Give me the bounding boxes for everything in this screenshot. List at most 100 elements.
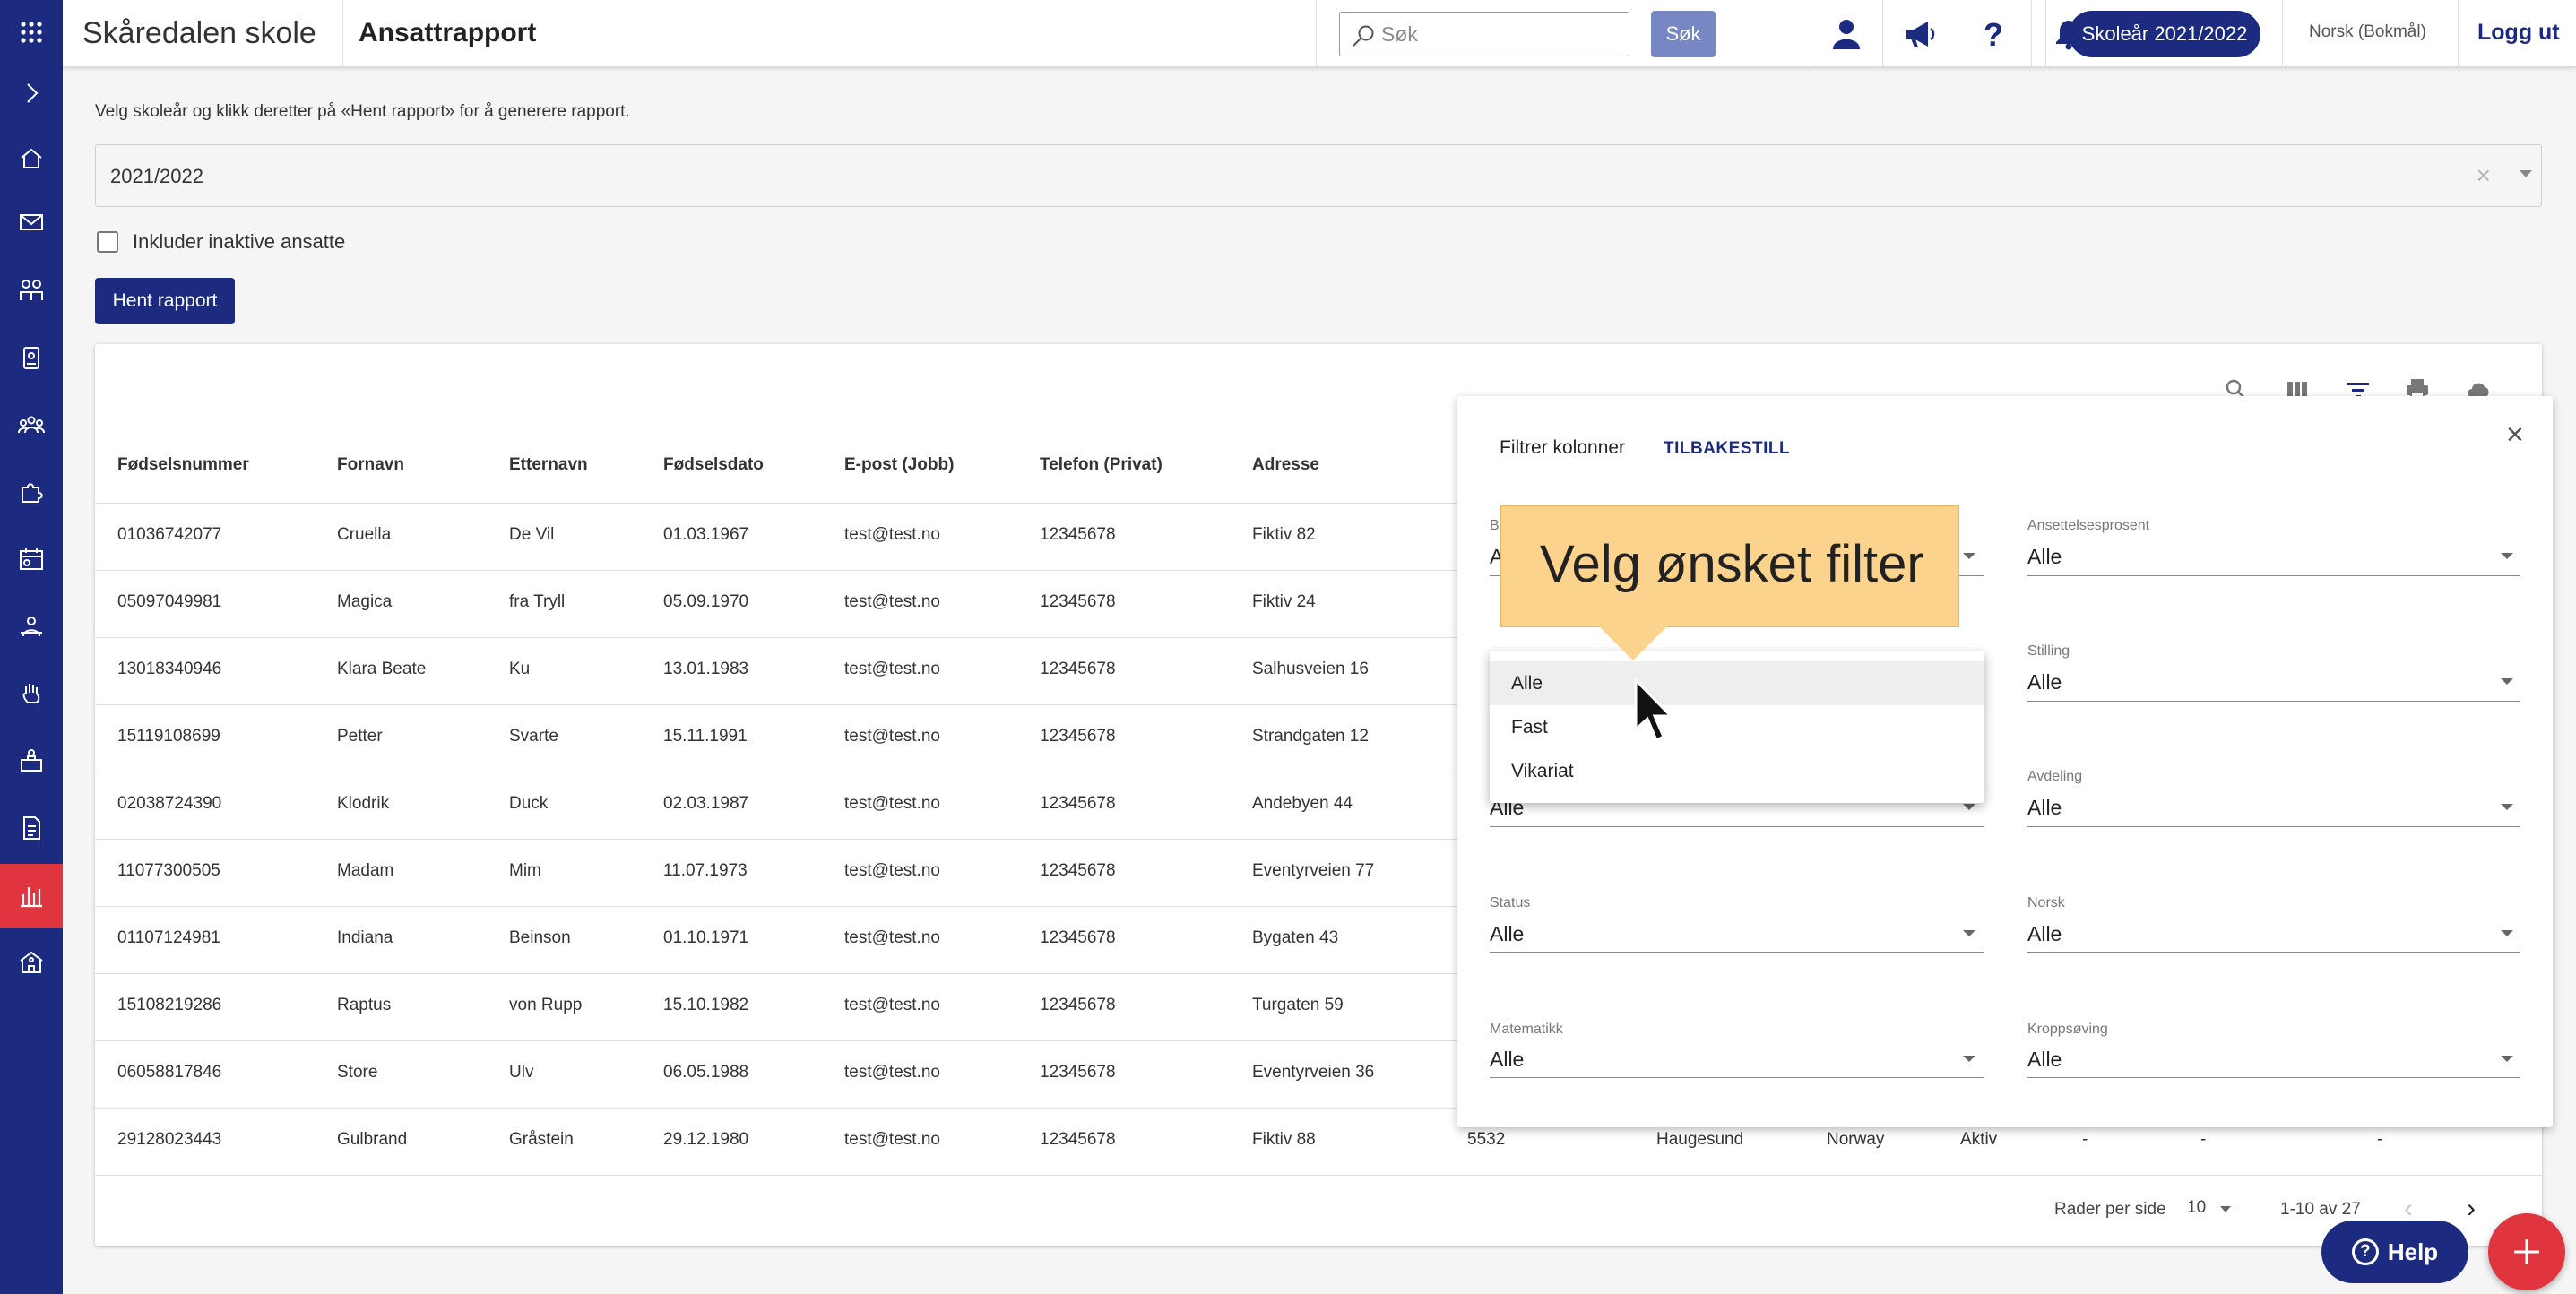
table-cell: 01036742077 (117, 525, 222, 544)
filter-underline (2027, 701, 2520, 702)
dropdown-arrow-icon[interactable] (2501, 1056, 2513, 1062)
expand-chevron-icon[interactable] (0, 61, 63, 125)
column-header-epost[interactable]: E-post (Jobb) (844, 455, 954, 475)
language-selector[interactable]: Norsk (Bokmål) (2309, 22, 2426, 42)
dropdown-option[interactable]: Vikariat (1490, 749, 1984, 793)
pagination-range: 1-10 av 27 (2280, 1200, 2361, 1219)
search-input[interactable] (1381, 21, 1623, 47)
table-cell: 12345678 (1040, 525, 1116, 544)
rows-per-page-select[interactable]: 10 (2187, 1198, 2206, 1218)
table-cell: test@test.no (844, 996, 940, 1014)
search-button[interactable]: Søk (1651, 11, 1716, 57)
table-cell: 29128023443 (117, 1130, 222, 1149)
plus-icon (2514, 1239, 2539, 1264)
column-header-adresse[interactable]: Adresse (1252, 455, 1319, 475)
table-cell: Magica (337, 592, 393, 611)
rows-per-page-arrow-icon[interactable] (2220, 1206, 2231, 1212)
schedule-icon[interactable] (0, 527, 63, 591)
teacher-icon[interactable] (0, 594, 63, 659)
filter-kroppsoving-select[interactable]: Alle (2027, 1048, 2062, 1072)
help-question-icon[interactable]: ? (1970, 11, 2017, 57)
dropdown-option[interactable]: Fast (1490, 705, 1984, 749)
table-cell: 01107124981 (117, 928, 220, 947)
column-header-telefon[interactable]: Telefon (Privat) (1040, 455, 1163, 475)
next-page-icon[interactable]: › (2467, 1194, 2476, 1224)
column-header-fodselsnummer[interactable]: Fødselsnummer (117, 455, 249, 475)
report-chart-icon[interactable] (0, 864, 63, 928)
dropdown-arrow-icon[interactable] (2501, 553, 2513, 559)
filter-stilling-select[interactable]: Alle (2027, 670, 2062, 694)
close-icon[interactable]: × (2506, 418, 2524, 453)
logout-link[interactable]: Logg ut (2477, 20, 2560, 46)
table-cell: 13.01.1983 (663, 660, 749, 678)
search-box[interactable] (1339, 12, 1629, 56)
table-cell: Gråstein (509, 1130, 574, 1149)
apps-grid-icon[interactable] (0, 0, 63, 65)
table-cell: 12345678 (1040, 660, 1116, 678)
filter-underline (1490, 826, 1984, 827)
school-year-button[interactable]: Skoleår 2021/2022 (2069, 11, 2260, 57)
filter-norsk-label: Norsk (2027, 895, 2065, 910)
dropdown-arrow-icon[interactable] (1963, 930, 1975, 936)
table-cell: - (2082, 1130, 2088, 1149)
dropdown-arrow-icon[interactable] (1963, 1056, 1975, 1062)
school-year-select[interactable]: 2021/2022 × (95, 144, 2542, 207)
tutorial-callout-text: Velg ønsket filter (1540, 535, 1924, 593)
table-cell: Duck (509, 794, 549, 813)
dropdown-arrow-icon[interactable] (1963, 804, 1975, 810)
dropdown-arrow-icon[interactable] (2501, 678, 2513, 685)
table-cell: test@test.no (844, 1063, 940, 1082)
table-cell: 05.09.1970 (663, 592, 749, 611)
table-cell: 12345678 (1040, 996, 1116, 1014)
clear-selection-icon[interactable]: × (2477, 161, 2491, 190)
document-icon[interactable] (0, 796, 63, 860)
table-cell: test@test.no (844, 794, 940, 813)
filter-reset-button[interactable]: TILBAKESTILL (1664, 439, 1790, 459)
podium-icon[interactable] (0, 729, 63, 793)
fetch-report-button[interactable]: Hent rapport (95, 278, 235, 324)
include-inactive-checkbox[interactable] (97, 231, 118, 253)
filter-matematikk-label: Matematikk (1490, 1022, 1563, 1037)
table-cell: 15.11.1991 (663, 727, 748, 746)
table-cell: 11.07.1973 (663, 861, 748, 880)
home-icon[interactable] (0, 126, 63, 191)
puzzle-icon[interactable] (0, 460, 63, 524)
table-row-divider (95, 1175, 2542, 1176)
table-cell: - (2377, 1130, 2383, 1149)
previous-page-icon[interactable]: ‹ (2404, 1194, 2413, 1224)
people-icon[interactable] (0, 258, 63, 323)
group-icon[interactable] (0, 393, 63, 457)
table-cell: - (2200, 1130, 2207, 1149)
dropdown-option[interactable]: Alle (1490, 661, 1984, 705)
megaphone-icon[interactable] (1897, 11, 1943, 57)
filter-status-select[interactable]: Alle (1490, 922, 1524, 946)
dropdown-arrow-icon[interactable] (2501, 804, 2513, 810)
table-cell: Madam (337, 861, 394, 880)
hand-icon[interactable] (0, 661, 63, 726)
mouse-cursor-icon (1634, 677, 1674, 743)
table-cell: 29.12.1980 (663, 1130, 749, 1149)
table-cell: test@test.no (844, 727, 940, 746)
table-cell: 06.05.1988 (663, 1063, 749, 1082)
column-header-fodselsdato[interactable]: Fødselsdato (663, 455, 764, 475)
school-name[interactable]: Skåredalen skole (82, 16, 316, 51)
add-fab-button[interactable] (2488, 1213, 2565, 1290)
dropdown-arrow-icon[interactable] (2501, 930, 2513, 936)
help-button[interactable]: ? Help (2321, 1221, 2468, 1283)
mail-icon[interactable] (0, 190, 63, 254)
table-cell: Ku (509, 660, 531, 678)
school-icon[interactable] (0, 930, 63, 995)
filter-norsk-select[interactable]: Alle (2027, 922, 2062, 946)
column-header-etternavn[interactable]: Etternavn (509, 455, 588, 475)
filter-field-label: B (1490, 518, 1500, 533)
filter-avdeling-select[interactable]: Alle (2027, 796, 2062, 820)
dropdown-arrow-icon[interactable] (2520, 170, 2532, 177)
user-profile-icon[interactable] (1823, 11, 1870, 57)
school-year-select-value: 2021/2022 (110, 165, 203, 187)
filter-ansettelsesprosent-select[interactable]: Alle (2027, 545, 2062, 569)
dropdown-arrow-icon[interactable] (1963, 553, 1975, 559)
table-cell: 15108219286 (117, 996, 222, 1014)
id-badge-icon[interactable] (0, 325, 63, 390)
filter-matematikk-select[interactable]: Alle (1490, 1048, 1524, 1072)
column-header-fornavn[interactable]: Fornavn (337, 455, 404, 475)
